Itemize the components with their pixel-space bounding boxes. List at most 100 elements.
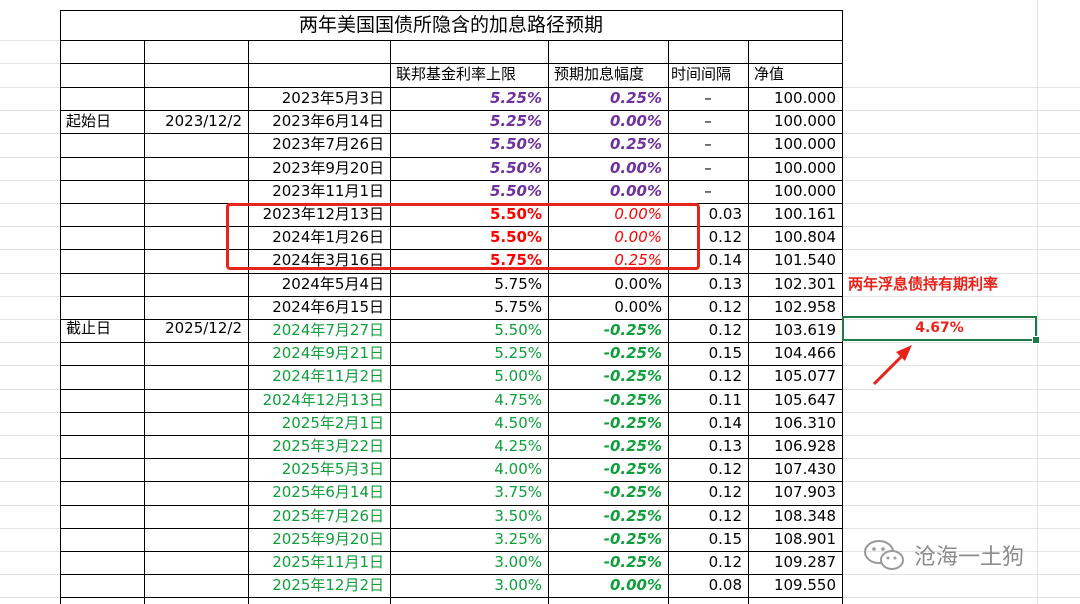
header-fed-cap[interactable]: 联邦基金利率上限	[390, 63, 548, 86]
date-cell[interactable]: 2025年7月26日	[248, 505, 390, 528]
start-date[interactable]: 2023/12/2	[144, 110, 248, 133]
date-cell[interactable]: 2023年7月26日	[248, 133, 390, 156]
nav-cell[interactable]: 100.804	[748, 226, 842, 249]
hike-cell[interactable]: -0.25%	[548, 412, 668, 435]
date-cell[interactable]: 2025年11月1日	[248, 551, 390, 574]
hike-cell[interactable]: 0.00%	[548, 296, 668, 319]
date-cell[interactable]: 2023年9月20日	[248, 157, 390, 180]
date-cell[interactable]: 2025年6月14日	[248, 481, 390, 504]
header-interval[interactable]: 时间间隔	[668, 63, 748, 86]
interval-cell[interactable]: –	[668, 87, 748, 110]
date-cell[interactable]: 2025年5月3日	[248, 458, 390, 481]
fed-rate-cell[interactable]: 3.25%	[390, 528, 548, 551]
header-nav[interactable]: 净值	[748, 63, 842, 86]
interval-cell[interactable]: 0.12	[668, 458, 748, 481]
date-cell[interactable]: 2024年5月4日	[248, 273, 390, 296]
interval-cell[interactable]: 0.12	[668, 551, 748, 574]
hike-cell[interactable]: -0.25%	[548, 435, 668, 458]
nav-cell[interactable]: 103.619	[748, 319, 842, 342]
fed-rate-cell[interactable]: 4.75%	[390, 389, 548, 412]
fed-rate-cell[interactable]: 5.50%	[390, 319, 548, 342]
fed-rate-cell[interactable]: 5.75%	[390, 273, 548, 296]
hike-cell[interactable]: -0.25%	[548, 551, 668, 574]
date-cell[interactable]: 2024年11月2日	[248, 365, 390, 388]
interval-cell[interactable]: 0.13	[668, 435, 748, 458]
fed-rate-cell[interactable]: 3.75%	[390, 481, 548, 504]
fed-rate-cell[interactable]: 5.00%	[390, 365, 548, 388]
interval-cell[interactable]: 0.08	[668, 574, 748, 597]
fed-rate-cell[interactable]: 5.25%	[390, 342, 548, 365]
date-cell[interactable]: 2024年6月15日	[248, 296, 390, 319]
nav-cell[interactable]: 106.928	[748, 435, 842, 458]
interval-cell[interactable]: 0.12	[668, 296, 748, 319]
interval-cell[interactable]: 0.13	[668, 273, 748, 296]
date-cell[interactable]: 2024年7月27日	[248, 319, 390, 342]
hike-cell[interactable]: 0.25%	[548, 133, 668, 156]
floating-rate-value[interactable]: 4.67%	[842, 316, 1037, 341]
table-title[interactable]: 两年美国国债所隐含的加息路径预期	[60, 10, 842, 40]
nav-cell[interactable]: 109.550	[748, 574, 842, 597]
hike-cell[interactable]: 0.00%	[548, 110, 668, 133]
date-cell[interactable]: 2023年5月3日	[248, 87, 390, 110]
nav-cell[interactable]: 102.958	[748, 296, 842, 319]
fed-rate-cell[interactable]: 3.50%	[390, 505, 548, 528]
hike-cell[interactable]: -0.25%	[548, 528, 668, 551]
nav-cell[interactable]: 107.903	[748, 481, 842, 504]
nav-cell[interactable]: 104.466	[748, 342, 842, 365]
date-cell[interactable]: 2025年12月2日	[248, 574, 390, 597]
nav-cell[interactable]: 105.647	[748, 389, 842, 412]
nav-cell[interactable]: 100.000	[748, 133, 842, 156]
interval-cell[interactable]: 0.12	[668, 319, 748, 342]
fed-rate-cell[interactable]: 4.00%	[390, 458, 548, 481]
nav-cell[interactable]: 100.000	[748, 157, 842, 180]
fed-rate-cell[interactable]: 5.25%	[390, 110, 548, 133]
hike-cell[interactable]: 0.00%	[548, 273, 668, 296]
end-date[interactable]: 2025/12/2	[144, 317, 248, 340]
fed-rate-cell[interactable]: 5.25%	[390, 87, 548, 110]
hike-cell[interactable]: -0.25%	[548, 319, 668, 342]
fed-rate-cell[interactable]: 5.50%	[390, 180, 548, 203]
nav-cell[interactable]: 109.287	[748, 551, 842, 574]
hike-cell[interactable]: 0.00%	[548, 157, 668, 180]
date-cell[interactable]: 2025年2月1日	[248, 412, 390, 435]
fed-rate-cell[interactable]: 4.25%	[390, 435, 548, 458]
start-label[interactable]: 起始日	[60, 110, 144, 133]
fed-rate-cell[interactable]: 5.50%	[390, 157, 548, 180]
interval-cell[interactable]: 0.14	[668, 412, 748, 435]
nav-cell[interactable]: 100.161	[748, 203, 842, 226]
hike-cell[interactable]: -0.25%	[548, 481, 668, 504]
nav-cell[interactable]: 100.000	[748, 110, 842, 133]
hike-cell[interactable]: 0.25%	[548, 87, 668, 110]
nav-cell[interactable]: 105.077	[748, 365, 842, 388]
fed-rate-cell[interactable]: 5.50%	[390, 133, 548, 156]
hike-cell[interactable]: -0.25%	[548, 342, 668, 365]
nav-cell[interactable]: 108.901	[748, 528, 842, 551]
date-cell[interactable]: 2024年12月13日	[248, 389, 390, 412]
hike-cell[interactable]: -0.25%	[548, 389, 668, 412]
hike-cell[interactable]: 0.00%	[548, 574, 668, 597]
interval-cell[interactable]: 0.12	[668, 365, 748, 388]
fed-rate-cell[interactable]: 3.00%	[390, 574, 548, 597]
nav-cell[interactable]: 108.348	[748, 505, 842, 528]
hike-cell[interactable]: -0.25%	[548, 458, 668, 481]
interval-cell[interactable]: 0.15	[668, 528, 748, 551]
interval-cell[interactable]: 0.15	[668, 342, 748, 365]
date-cell[interactable]: 2023年6月14日	[248, 110, 390, 133]
hike-cell[interactable]: -0.25%	[548, 505, 668, 528]
nav-cell[interactable]: 101.540	[748, 249, 842, 272]
nav-cell[interactable]: 100.000	[748, 87, 842, 110]
hike-cell[interactable]: 0.00%	[548, 180, 668, 203]
date-cell[interactable]: 2024年9月21日	[248, 342, 390, 365]
interval-cell[interactable]: –	[668, 110, 748, 133]
hike-cell[interactable]: -0.25%	[548, 365, 668, 388]
interval-cell[interactable]: –	[668, 133, 748, 156]
interval-cell[interactable]: 0.12	[668, 481, 748, 504]
date-cell[interactable]: 2023年11月1日	[248, 180, 390, 203]
nav-cell[interactable]: 102.301	[748, 273, 842, 296]
fed-rate-cell[interactable]: 3.00%	[390, 551, 548, 574]
header-hike[interactable]: 预期加息幅度	[548, 63, 668, 86]
end-label[interactable]: 截止日	[60, 317, 144, 340]
fed-rate-cell[interactable]: 4.50%	[390, 412, 548, 435]
interval-cell[interactable]: 0.11	[668, 389, 748, 412]
interval-cell[interactable]: 0.12	[668, 505, 748, 528]
